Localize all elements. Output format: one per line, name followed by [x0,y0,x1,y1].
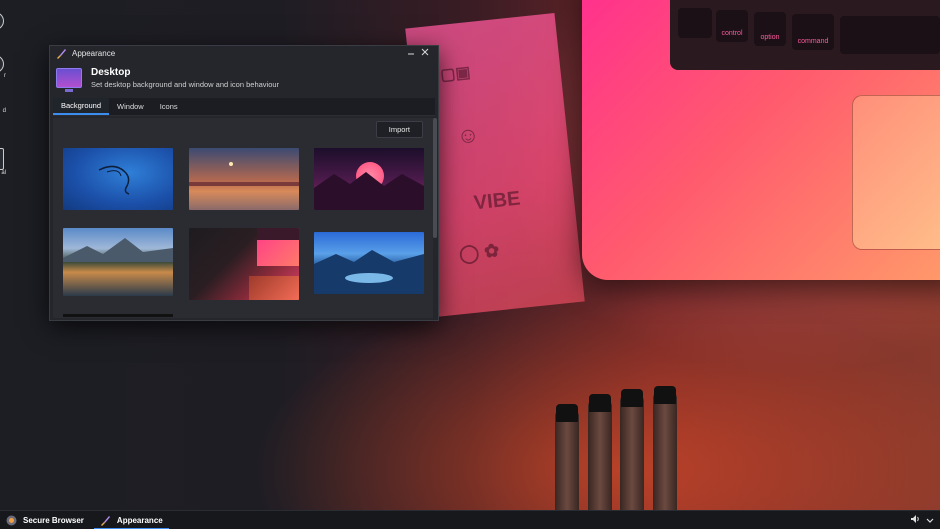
wallpaper-thumb-blue-mountains[interactable] [314,232,424,294]
wallpaper-thumb-kali[interactable] [63,148,173,210]
close-icon [421,48,429,59]
desktop-icon[interactable] [0,12,6,30]
minimize-button[interactable] [404,47,418,60]
volume-icon[interactable] [910,511,920,529]
wallpaper-thumb-partial[interactable] [63,314,173,317]
tab-icons[interactable]: Icons [152,98,186,115]
desktop-app-icon [0,148,4,170]
import-button[interactable]: Import [375,120,423,138]
desktop-icon-label: al [1,170,6,176]
desktop-app-icon [0,55,4,73]
desktop-icon[interactable]: r [0,55,6,79]
wallpaper-trackpad [852,95,940,250]
mountains-icon [314,172,424,210]
paintbrush-icon [100,515,111,526]
desktop-icon[interactable]: al [0,148,6,176]
wallpaper-thumb-sunset-lake[interactable] [189,148,299,210]
appearance-window: Appearance Desktop Set desktop backgroun… [49,45,439,321]
taskbar-item-label: Secure Browser [23,515,84,525]
wallpaper-grid [63,148,427,316]
taskbar-item-appearance[interactable]: Appearance [93,511,169,529]
mountains-icon [314,250,424,294]
desktop-icon-label: r [4,73,6,79]
browser-icon [6,515,17,526]
header-subtitle: Set desktop background and window and ic… [91,79,280,89]
tab-window[interactable]: Window [109,98,152,115]
chevron-down-icon[interactable] [926,511,934,529]
window-header: Desktop Set desktop background and windo… [50,61,438,94]
wallpaper-pen [620,389,644,529]
panel-scrollbar[interactable] [433,118,437,238]
wallpaper-keyboard: control option command [670,0,940,70]
tab-background[interactable]: Background [53,98,110,115]
system-tray [910,511,940,529]
wallpaper-pen [653,386,677,529]
desktop-icon[interactable]: d [0,108,6,114]
dragon-icon [98,165,130,195]
background-panel: Import [53,118,433,318]
wallpaper-thumb-laptop-glow[interactable] [189,228,299,300]
monitor-icon [56,67,82,92]
wallpaper-thumb-synthwave[interactable] [314,148,424,210]
desktop-app-icon [0,12,4,30]
tab-bar: Background Window Icons [53,98,435,116]
paintbrush-icon [56,48,67,59]
close-button[interactable] [418,47,432,60]
wallpaper-thumb-mountain-lake[interactable] [63,228,173,296]
mountains-icon [63,238,173,262]
taskbar-item-secure-browser[interactable]: Secure Browser [0,511,90,529]
header-title: Desktop [91,66,131,78]
desktop-icon-label: d [2,108,6,114]
panel-toolbar: Import [53,118,433,140]
window-title: Appearance [72,49,116,58]
taskbar: Secure Browser Appearance [0,510,940,529]
minimize-icon [407,48,415,59]
taskbar-item-label: Appearance [116,515,163,525]
window-titlebar[interactable]: Appearance [50,46,438,61]
